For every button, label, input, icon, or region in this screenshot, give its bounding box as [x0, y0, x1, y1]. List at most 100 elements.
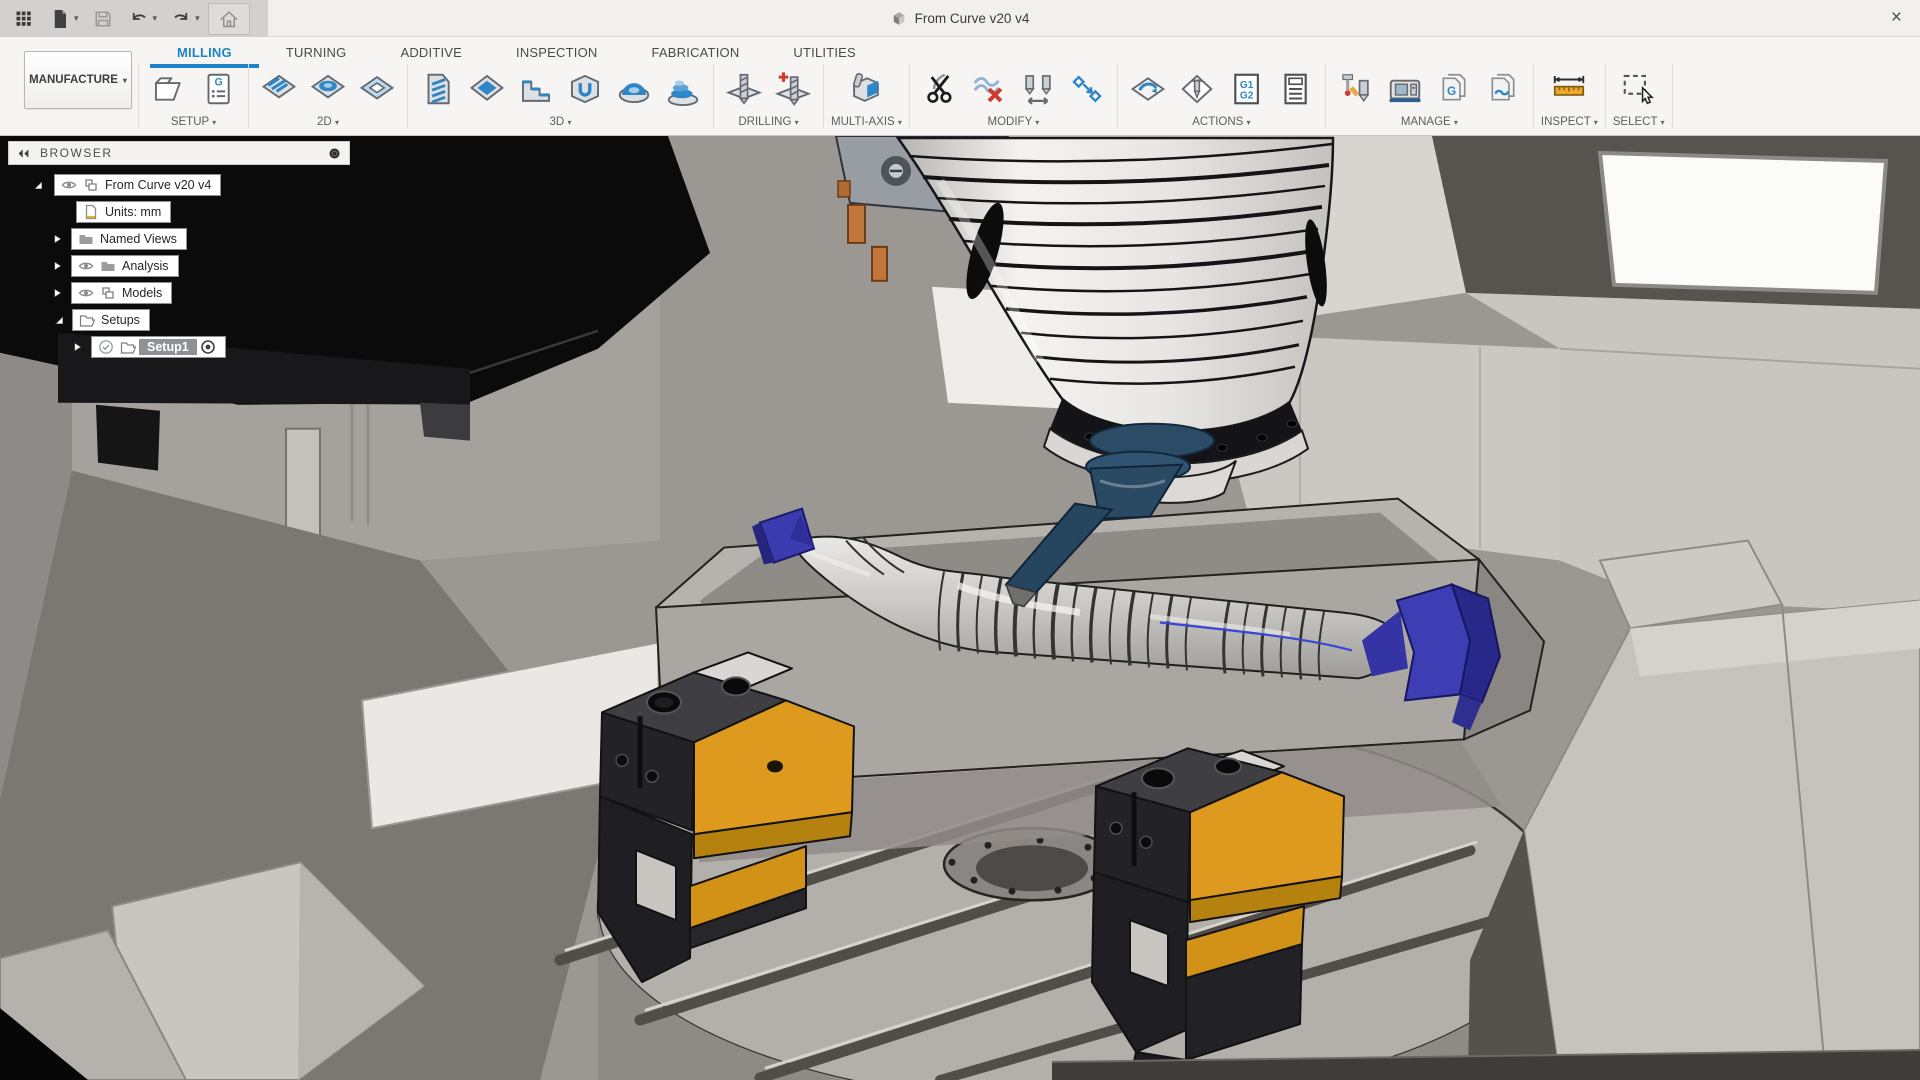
ramp-icon — [664, 70, 702, 108]
measure-button[interactable] — [1546, 66, 1592, 112]
3d-pocket-button[interactable] — [464, 66, 510, 112]
new-setup-icon — [150, 70, 188, 108]
browser-item-models: Models — [8, 279, 350, 306]
close-button[interactable]: × — [1885, 4, 1908, 31]
browser-item-from-curve-v20-v4: From Curve v20 v4 — [8, 171, 350, 198]
tool-library-icon — [1337, 70, 1375, 108]
measure-icon — [1550, 70, 1588, 108]
tool-library-button[interactable] — [1333, 66, 1379, 112]
horizontal-icon — [566, 70, 604, 108]
face-button[interactable] — [256, 66, 302, 112]
2d-pocket-icon — [309, 70, 347, 108]
workspace-switcher-button[interactable]: MANUFACTURE ▾ — [24, 51, 132, 109]
post-library-button[interactable]: G — [1431, 66, 1477, 112]
nc-program-button[interactable]: G1G2 — [1223, 66, 1269, 112]
caret-down-icon: ▾ — [898, 118, 902, 127]
group-label-select[interactable]: SELECT ▾ — [1613, 116, 1665, 128]
browser-node-units-mm[interactable]: Units: mm — [76, 201, 171, 223]
window-select-button[interactable] — [1616, 66, 1662, 112]
browser-node-models[interactable]: Models — [71, 282, 172, 304]
undo-icon — [127, 7, 151, 31]
group-label-multi-axis[interactable]: MULTI-AXIS ▾ — [831, 116, 902, 128]
post-library-icon: G — [1435, 70, 1473, 108]
machine-library-button[interactable] — [1382, 66, 1428, 112]
thread-icon — [774, 70, 812, 108]
undo-button[interactable]: ▾ — [123, 4, 162, 34]
caret-down-icon: ▾ — [212, 118, 216, 127]
move-button[interactable] — [1064, 66, 1110, 112]
job-sheet-button[interactable]: G — [195, 66, 241, 112]
save-icon — [91, 7, 115, 31]
2d-contour-button[interactable] — [354, 66, 400, 112]
eye-icon — [61, 177, 77, 193]
group-label-3d[interactable]: 3D ▾ — [550, 116, 572, 128]
browser-item-units-mm: Units: mm — [8, 198, 350, 225]
move-icon — [1068, 70, 1106, 108]
setup-sheet-button[interactable] — [1272, 66, 1318, 112]
thread-button[interactable] — [770, 66, 816, 112]
trim-button[interactable] — [917, 66, 963, 112]
target-icon[interactable] — [200, 339, 216, 355]
caret-down-icon[interactable]: ▾ — [74, 13, 79, 24]
expander-closed-icon[interactable] — [49, 233, 65, 245]
node-label: Models — [122, 286, 162, 300]
expander-open-icon[interactable] — [51, 314, 67, 326]
expander-closed-icon[interactable] — [49, 260, 65, 272]
expander-open-icon[interactable] — [30, 179, 46, 191]
ribbon-group-modify: MODIFY ▾ — [910, 64, 1118, 128]
horizontal-button[interactable] — [562, 66, 608, 112]
app-grid-button[interactable] — [8, 4, 40, 34]
adaptive-clearing-button[interactable] — [415, 66, 461, 112]
eye-icon — [78, 285, 94, 301]
edit-tool-button[interactable] — [1015, 66, 1061, 112]
expander-closed-icon[interactable] — [49, 287, 65, 299]
drill-button[interactable] — [721, 66, 767, 112]
drill-icon — [725, 70, 763, 108]
collapse-panel-icon[interactable] — [17, 147, 30, 160]
delete-passes-button[interactable] — [966, 66, 1012, 112]
swarf-button[interactable] — [843, 66, 889, 112]
caret-down-icon[interactable]: ▾ — [153, 13, 158, 24]
spiral-button[interactable] — [611, 66, 657, 112]
file-button[interactable]: ▾ — [44, 4, 83, 34]
group-label-setup[interactable]: SETUP ▾ — [171, 116, 216, 128]
node-label: Setups — [101, 313, 140, 327]
group-label-manage[interactable]: MANAGE ▾ — [1401, 116, 1458, 128]
redo-button[interactable]: ▾ — [165, 4, 204, 34]
save-button[interactable] — [87, 4, 119, 34]
machine-library-icon — [1386, 70, 1424, 108]
simulate-icon — [1129, 70, 1167, 108]
browser-header: BROWSER — [8, 141, 350, 165]
titlebar: ▾ ▾ ▾ From Curve v20 v4 × — [0, 0, 1920, 37]
swarf-icon — [847, 70, 885, 108]
home-button[interactable] — [208, 3, 250, 35]
group-label-inspect[interactable]: INSPECT ▾ — [1541, 116, 1598, 128]
group-label-2d[interactable]: 2D ▾ — [317, 116, 339, 128]
caret-down-icon[interactable]: ▾ — [195, 13, 200, 24]
group-label-actions[interactable]: ACTIONS ▾ — [1192, 116, 1250, 128]
document-title-text: From Curve v20 v4 — [915, 11, 1030, 26]
post-process-button[interactable] — [1174, 66, 1220, 112]
browser-node-from-curve-v20-v4[interactable]: From Curve v20 v4 — [54, 174, 221, 196]
browser-node-analysis[interactable]: Analysis — [71, 255, 179, 277]
template-library-button[interactable] — [1480, 66, 1526, 112]
trim-icon — [921, 70, 959, 108]
browser-node-setups[interactable]: Setups — [72, 309, 150, 331]
folder-open-icon — [79, 312, 95, 328]
window-select-icon — [1620, 70, 1658, 108]
simulate-button[interactable] — [1125, 66, 1171, 112]
group-label-modify[interactable]: MODIFY ▾ — [988, 116, 1040, 128]
quick-access-toolbar: ▾ ▾ ▾ — [0, 0, 268, 37]
post-process-icon — [1178, 70, 1216, 108]
ramp-button[interactable] — [660, 66, 706, 112]
browser-node-named-views[interactable]: Named Views — [71, 228, 187, 250]
new-setup-button[interactable] — [146, 66, 192, 112]
browser-node-setup1[interactable]: Setup1 — [91, 336, 226, 358]
2d-pocket-button[interactable] — [305, 66, 351, 112]
group-label-drilling[interactable]: DRILLING ▾ — [738, 116, 798, 128]
node-label: Units: mm — [105, 205, 161, 219]
flat-button[interactable] — [513, 66, 559, 112]
panel-menu-icon[interactable] — [328, 147, 341, 160]
ribbon-group-select: SELECT ▾ — [1606, 64, 1673, 128]
expander-closed-icon[interactable] — [69, 341, 85, 353]
